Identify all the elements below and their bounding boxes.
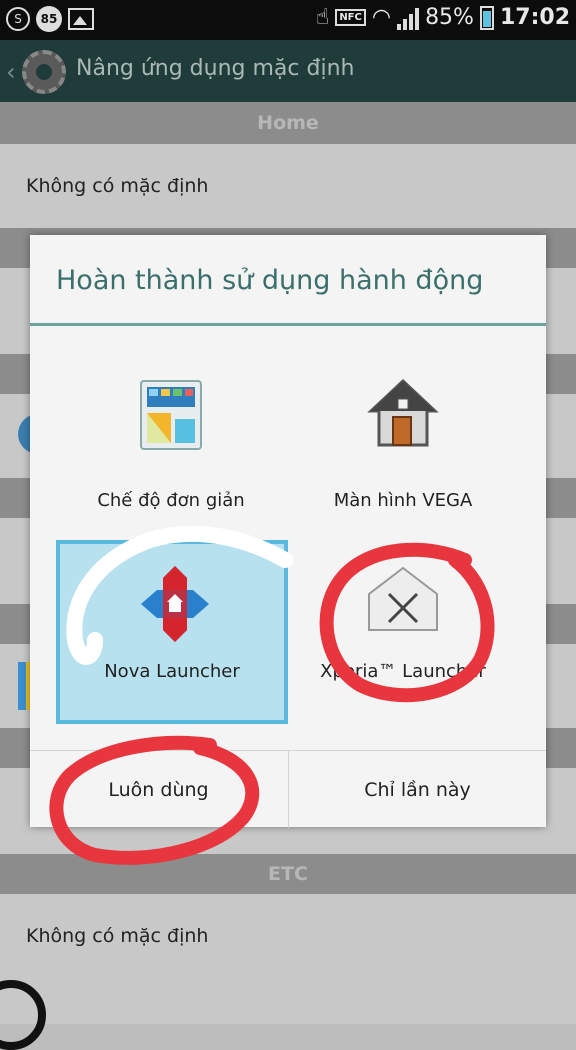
badge-count: 85 — [36, 6, 62, 32]
app-option-vega-home[interactable]: Màn hình VEGA — [288, 353, 518, 533]
dialog-title: Hoàn thành sử dụng hành động — [56, 265, 484, 296]
section-header-home: Home — [0, 102, 576, 144]
xperia-launcher-icon — [368, 566, 438, 631]
nova-launcher-icon — [141, 566, 209, 642]
house-icon — [367, 378, 439, 447]
touch-icon: ☝ — [315, 5, 330, 30]
always-button[interactable]: Luôn dùng — [30, 751, 287, 828]
clock: 17:02 — [499, 5, 570, 30]
list-item — [0, 978, 576, 1024]
s-notification-icon: S — [6, 7, 30, 31]
app-label: Chế độ đơn giản — [97, 490, 245, 511]
back-icon[interactable]: ‹ — [6, 58, 16, 86]
dialog-divider — [30, 323, 546, 326]
simple-mode-icon — [140, 380, 202, 450]
wifi-icon: ◠ — [371, 5, 392, 30]
app-label: Nova Launcher — [104, 661, 240, 682]
battery-percent: 85% — [425, 5, 474, 30]
signal-icon — [397, 6, 420, 30]
page-title: Nâng ứng dụng mặc định — [76, 56, 355, 81]
just-once-button[interactable]: Chỉ lần này — [288, 751, 546, 828]
battery-icon — [479, 5, 494, 30]
app-option-simple-mode[interactable]: Chế độ đơn giản — [56, 353, 286, 533]
nfc-icon: NFC — [335, 9, 366, 26]
app-label: Màn hình VEGA — [333, 490, 473, 511]
app-option-nova-launcher[interactable]: Nova Launcher — [56, 540, 288, 724]
section-header-etc: ETC — [0, 854, 576, 894]
image-notification-icon — [68, 8, 94, 30]
dialog-button-bar: Luôn dùng Chỉ lần này — [30, 750, 546, 828]
list-item-home[interactable]: Không có mặc định — [0, 144, 576, 228]
action-bar: ‹ Nâng ứng dụng mặc định — [0, 40, 576, 102]
gear-icon[interactable] — [22, 50, 66, 94]
status-bar: S 85 ☝ NFC ◠ 85% 17:02 — [0, 0, 576, 40]
app-label: Xperia™ Launcher — [320, 661, 486, 682]
chooser-dialog: Hoàn thành sử dụng hành động Chế độ đơn … — [30, 235, 546, 828]
app-option-xperia-launcher[interactable]: Xperia™ Launcher — [288, 540, 518, 720]
list-item-label: Không có mặc định — [26, 925, 209, 947]
list-item-etc[interactable]: Không có mặc định — [0, 894, 576, 978]
list-item-label: Không có mặc định — [26, 175, 209, 197]
